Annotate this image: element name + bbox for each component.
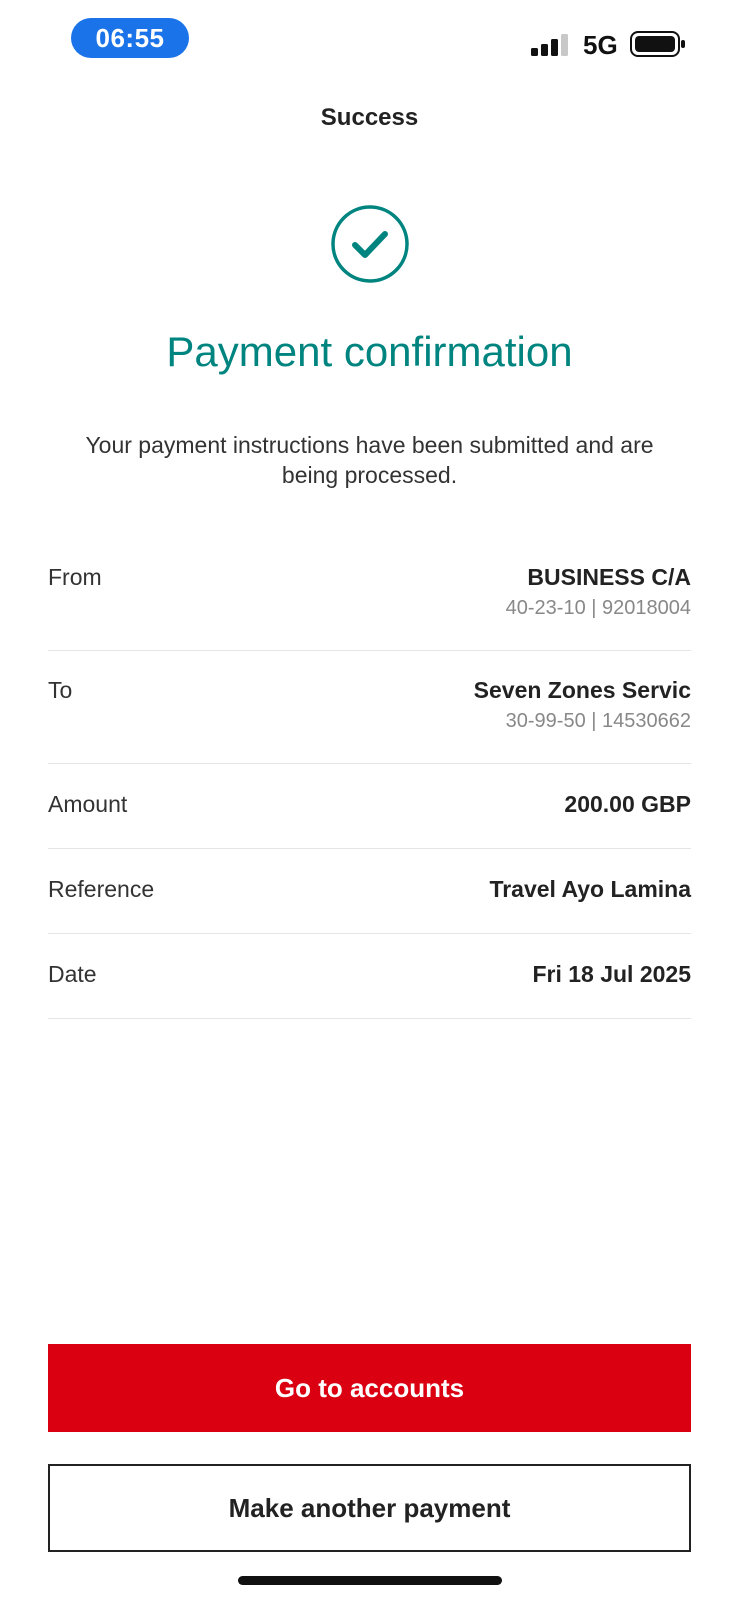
detail-row-date: Date Fri 18 Jul 2025 — [48, 934, 691, 1019]
detail-value-from: BUSINESS C/A 40-23-10 | 92018004 — [506, 564, 691, 620]
status-time: 06:55 — [71, 18, 189, 58]
detail-row-to: To Seven Zones Servic 30-99-50 | 1453066… — [48, 651, 691, 764]
detail-row-from: From BUSINESS C/A 40-23-10 | 92018004 — [48, 538, 691, 651]
detail-value-date: Fri 18 Jul 2025 — [532, 961, 691, 988]
from-account-name: BUSINESS C/A — [527, 564, 691, 590]
payee-name: Seven Zones Servic — [473, 677, 691, 703]
payee-account-number: 30-99-50 | 14530662 — [505, 710, 691, 732]
status-bar: 06:55 5G — [0, 0, 739, 80]
network-label: 5G — [583, 30, 618, 60]
payment-amount: 200.00 GBP — [564, 791, 691, 817]
make-another-payment-button[interactable]: Make another payment — [48, 1464, 691, 1552]
payment-date: Fri 18 Jul 2025 — [532, 961, 691, 987]
detail-label-to: To — [48, 677, 73, 703]
detail-label-reference: Reference — [48, 876, 155, 902]
go-to-accounts-button[interactable]: Go to accounts — [48, 1344, 691, 1432]
check-circle-icon — [331, 205, 409, 283]
detail-row-amount: Amount 200.00 GBP — [48, 764, 691, 849]
detail-value-amount: 200.00 GBP — [564, 791, 691, 818]
confirmation-message: Your payment instructions have been subm… — [85, 432, 654, 488]
signal-icon — [531, 34, 568, 56]
detail-row-reference: Reference Travel Ayo Lamina — [48, 849, 691, 934]
page-title: Payment confirmation — [166, 328, 573, 375]
detail-value-reference: Travel Ayo Lamina — [489, 876, 691, 903]
battery-icon — [630, 31, 685, 57]
payment-reference: Travel Ayo Lamina — [489, 876, 691, 902]
detail-label-from: From — [48, 564, 102, 590]
payment-details: From BUSINESS C/A 40-23-10 | 92018004 To… — [48, 538, 691, 1019]
home-indicator[interactable] — [238, 1576, 502, 1585]
detail-value-to: Seven Zones Servic 30-99-50 | 14530662 — [474, 677, 691, 733]
detail-label-amount: Amount — [48, 791, 128, 817]
detail-label-date: Date — [48, 961, 97, 987]
from-account-number: 40-23-10 | 92018004 — [505, 597, 691, 619]
page-header-title: Success — [320, 104, 419, 131]
